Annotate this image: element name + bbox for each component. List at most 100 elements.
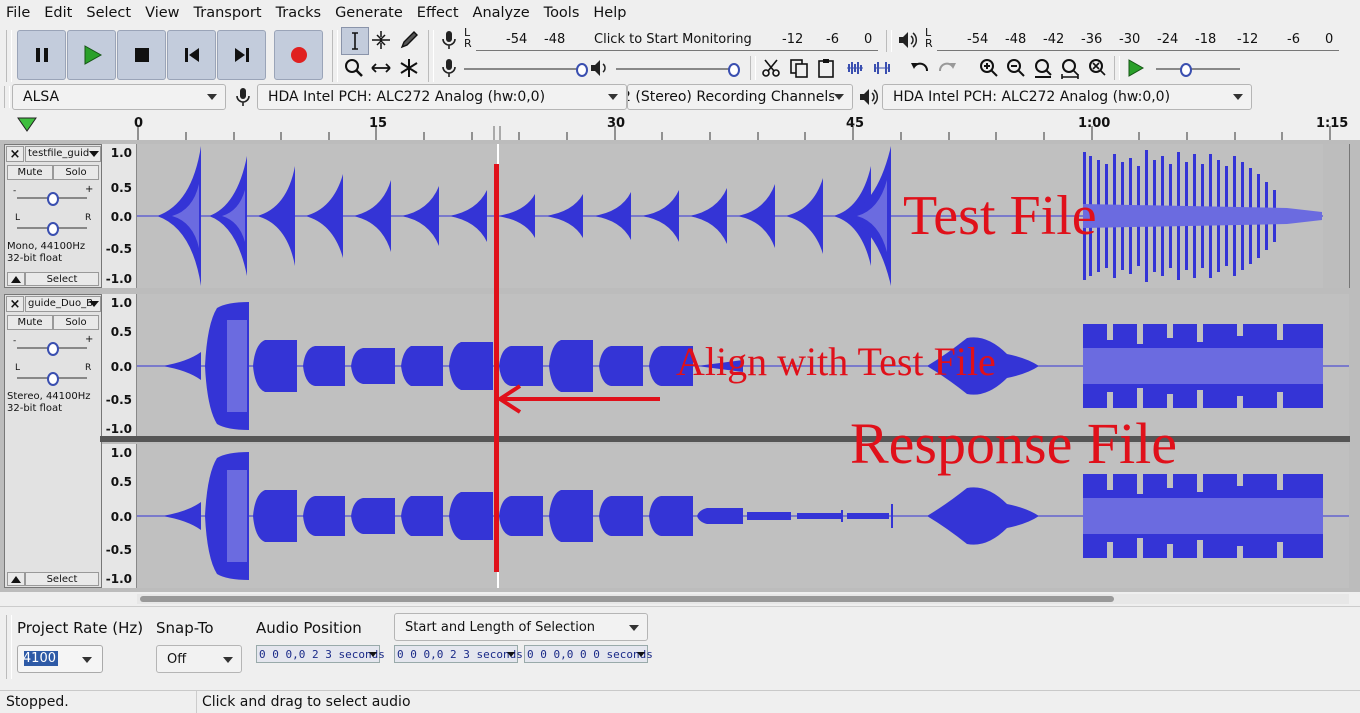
audio-host-value: ALSA [23, 89, 60, 105]
stop-button[interactable] [117, 30, 166, 80]
play-speed-slider[interactable] [1156, 63, 1240, 77]
track-name-menu[interactable]: guide_Duo_B [25, 296, 101, 312]
play-at-speed-button[interactable] [1122, 55, 1148, 81]
scrollbar-thumb[interactable] [140, 596, 1114, 602]
menu-analyze[interactable]: Analyze [467, 0, 538, 26]
play-at-speed-grip[interactable] [1114, 56, 1120, 80]
record-meter-grip[interactable] [428, 30, 434, 82]
menu-generate[interactable]: Generate [329, 0, 411, 26]
play-meter-button[interactable] [894, 27, 920, 53]
toolbar-grip[interactable] [6, 30, 12, 82]
multi-tool-button[interactable] [396, 55, 422, 81]
selection-tool-button[interactable] [341, 27, 369, 55]
audio-position-time[interactable]: 0 0 0,0 2 3 seconds [256, 645, 385, 663]
zoom-in-button[interactable] [976, 55, 1002, 81]
project-rate-value[interactable]: 44100 [24, 651, 58, 666]
slider-thumb[interactable] [47, 372, 59, 386]
waveform-test-file[interactable] [137, 144, 1350, 288]
collapse-track-button[interactable] [7, 272, 25, 286]
skip-to-end-button[interactable] [217, 30, 266, 80]
menu-file[interactable]: File [0, 0, 38, 26]
solo-button[interactable]: Solo [53, 165, 99, 180]
pin-play-head-icon[interactable] [16, 115, 38, 135]
track-vertical-ruler-left-channel[interactable]: 1.0 0.5 0.0 -0.5 -1.0 [102, 294, 137, 436]
fit-selection-button[interactable] [1030, 55, 1056, 81]
record-meter-button[interactable] [436, 27, 462, 53]
record-meter[interactable]: -54 -48 Click to Start Monitoring -12 -6… [476, 28, 878, 51]
redo-button[interactable] [934, 55, 960, 81]
track-vertical-ruler[interactable]: 1.0 0.5 0.0 -0.5 -1.0 [102, 144, 137, 288]
snap-to-select[interactable]: Off [156, 645, 242, 673]
zoom-out-button[interactable] [1003, 55, 1029, 81]
cut-button[interactable] [758, 55, 784, 81]
gain-plus-label: + [85, 184, 94, 195]
timeline-ruler[interactable]: 0 15 30 45 1:00 1:15 [0, 112, 1360, 141]
menu-help[interactable]: Help [587, 0, 634, 26]
menu-effect[interactable]: Effect [411, 0, 467, 26]
slider-thumb[interactable] [728, 63, 740, 77]
close-track-button[interactable]: × [6, 146, 24, 162]
playback-volume-slider[interactable] [616, 63, 740, 77]
select-track-button[interactable]: Select [25, 272, 99, 286]
horizontal-scrollbar[interactable] [137, 594, 1349, 604]
slider-thumb[interactable] [1180, 63, 1192, 77]
selection-start-time[interactable]: 0 0 0,0 2 3 seconds [394, 645, 523, 663]
time-shift-tool-button[interactable] [368, 55, 394, 81]
pan-slider[interactable] [17, 372, 87, 386]
menu-tracks[interactable]: Tracks [270, 0, 330, 26]
menu-tools[interactable]: Tools [538, 0, 588, 26]
mute-button[interactable]: Mute [7, 165, 53, 180]
record-button[interactable] [274, 30, 323, 80]
recording-device-select[interactable]: HDA Intel PCH: ALC272 Analog (hw:0,0) [257, 84, 627, 110]
play-meter[interactable]: -54 -48 -42 -36 -30 -24 -18 -12 -6 0 [937, 28, 1339, 51]
project-rate-combo[interactable]: 44100 [17, 645, 103, 673]
zoom-tool-button[interactable] [341, 55, 367, 81]
select-track-button[interactable]: Select [25, 572, 99, 586]
undo-button[interactable] [907, 55, 933, 81]
menu-select[interactable]: Select [80, 0, 139, 26]
tools-grip[interactable] [332, 30, 338, 82]
chevron-down-icon [834, 94, 844, 100]
selection-mode-select[interactable]: Start and Length of Selection [394, 613, 648, 641]
track-bit-depth: 32-bit float [7, 253, 63, 264]
track-vertical-ruler-right-channel[interactable]: 1.0 0.5 0.0 -0.5 -1.0 [102, 444, 137, 588]
play-meter-tick: -30 [1119, 32, 1141, 47]
skip-to-start-button[interactable] [167, 30, 216, 80]
audio-host-select[interactable]: ALSA [12, 84, 226, 110]
slider-thumb[interactable] [47, 222, 59, 236]
menu-transport[interactable]: Transport [188, 0, 270, 26]
playback-device-select[interactable]: HDA Intel PCH: ALC272 Analog (hw:0,0) [882, 84, 1252, 110]
gain-slider[interactable] [17, 192, 87, 206]
envelope-tool-button[interactable] [368, 27, 394, 53]
selection-toolbar-grip[interactable] [6, 615, 12, 679]
slider-thumb[interactable] [47, 192, 59, 206]
slider-thumb[interactable] [47, 342, 59, 356]
device-grip[interactable] [4, 86, 10, 108]
recording-channels-select[interactable]: 2 (Stereo) Recording Channels [627, 84, 853, 110]
copy-button[interactable] [786, 55, 812, 81]
trim-audio-button[interactable] [842, 55, 868, 81]
play-button[interactable] [67, 30, 116, 80]
zoom-toggle-button[interactable] [1084, 55, 1110, 81]
menu-edit[interactable]: Edit [38, 0, 80, 26]
close-track-button[interactable]: × [6, 296, 24, 312]
draw-tool-button[interactable] [396, 27, 422, 53]
mute-button[interactable]: Mute [7, 315, 53, 330]
annotation-test-file: Test File [903, 185, 1097, 247]
selection-length-time[interactable]: 0 0 0,0 0 0 seconds [524, 645, 653, 663]
recording-device-value: HDA Intel PCH: ALC272 Analog (hw:0,0) [268, 89, 546, 105]
recording-volume-slider[interactable] [464, 63, 588, 77]
silence-audio-button[interactable] [869, 55, 895, 81]
collapse-track-button[interactable] [7, 572, 25, 586]
track-name-menu[interactable]: testfile_guid [25, 146, 101, 162]
paste-button[interactable] [813, 55, 839, 81]
track-area[interactable]: × testfile_guid Mute Solo - + L R Mono, … [0, 140, 1360, 592]
solo-button[interactable]: Solo [53, 315, 99, 330]
menu-view[interactable]: View [139, 0, 187, 26]
play-meter-grip[interactable] [886, 30, 892, 52]
pan-slider[interactable] [17, 222, 87, 236]
fit-project-button[interactable] [1057, 55, 1083, 81]
gain-slider[interactable] [17, 342, 87, 356]
edit-grip[interactable] [750, 56, 756, 80]
pause-button[interactable] [17, 30, 66, 80]
